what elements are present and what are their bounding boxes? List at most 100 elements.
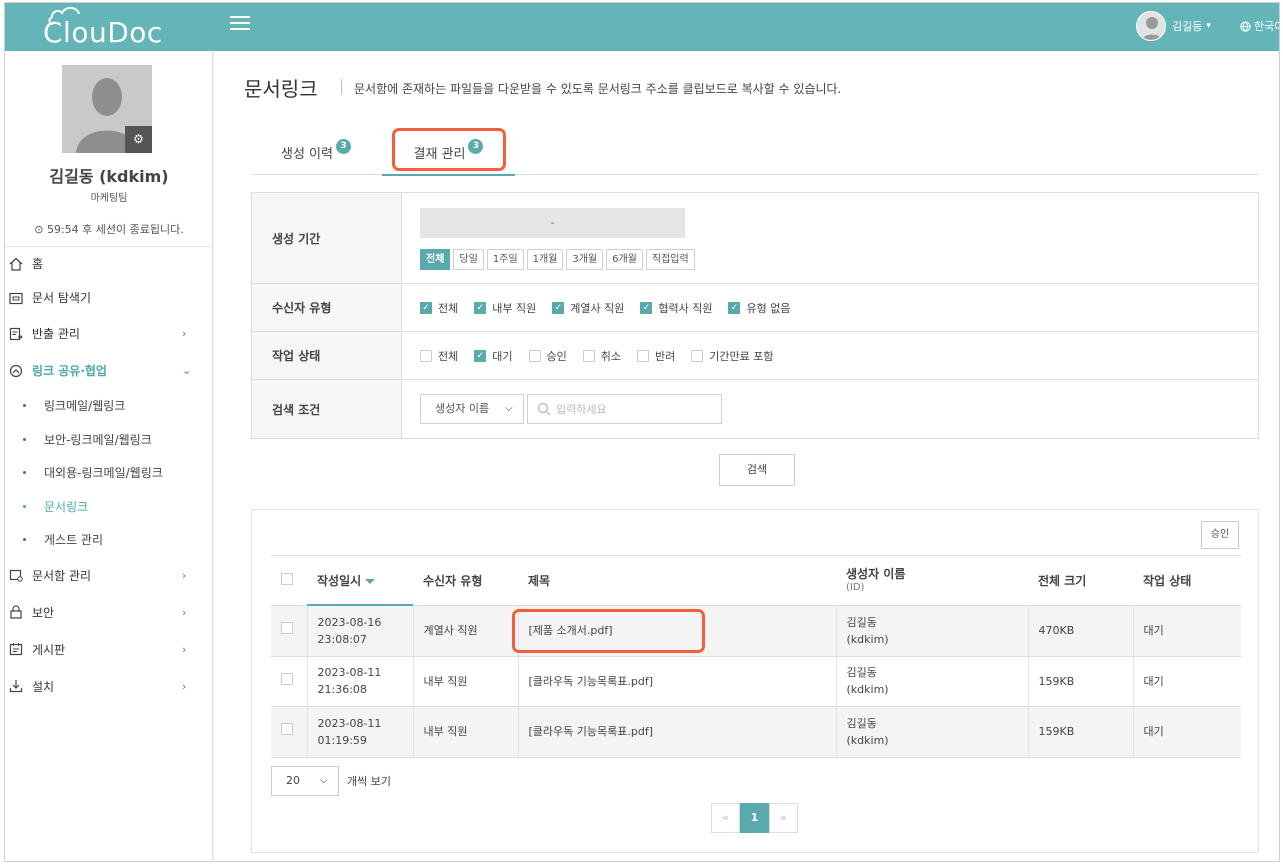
sidebar-item-home[interactable]: 홈	[5, 247, 213, 280]
column-creator: 생성자 이름 (ID)	[836, 555, 1028, 606]
range-week-button[interactable]: 1주일	[486, 249, 524, 270]
column-size: 전체 크기	[1028, 555, 1133, 606]
column-status: 작업 상태	[1133, 555, 1241, 606]
prev-page-button[interactable]: «	[711, 803, 740, 833]
sidebar-item-security[interactable]: 보안 ›	[5, 594, 213, 631]
recipient-internal-checkbox[interactable]: ✓ 내부 직원	[474, 300, 536, 316]
cell-recipient: 계열사 직원	[413, 605, 519, 657]
filter-row-search: 검색 조건 생성자 이름 ⌵	[252, 380, 1258, 438]
chevron-down-icon: ⌄	[182, 364, 192, 377]
cell-title[interactable]: [클라우독 기능목록표.pdf]	[518, 706, 837, 758]
recipient-partner-checkbox[interactable]: ✓ 협력사 직원	[640, 300, 712, 316]
status-rejected-checkbox[interactable]: 반려	[637, 348, 675, 364]
table-row[interactable]: 2023-08-16 23:08:07 계열사 직원 [제품 소개서.pdf] 김…	[271, 605, 1241, 657]
range-1month-button[interactable]: 1개월	[526, 249, 564, 270]
search-box	[527, 394, 722, 424]
cell-status[interactable]: 대기	[1133, 605, 1241, 657]
search-field-select[interactable]: 생성자 이름 ⌵	[420, 394, 524, 424]
search-input[interactable]	[556, 400, 716, 418]
menu-toggle-icon[interactable]	[230, 16, 250, 32]
docbox-gear-icon	[8, 567, 24, 583]
sidebar-item-link-share[interactable]: 링크 공유·협업 ⌄	[5, 352, 213, 389]
range-all-button[interactable]: 전체	[420, 249, 451, 270]
sidebar-item-explorer[interactable]: 문서 탐색기	[5, 280, 213, 315]
sidebar-sub-secure-linkmail[interactable]: 보안-링크메일/웹링크	[5, 423, 213, 457]
tab-history[interactable]: 생성 이력 3	[281, 129, 351, 175]
share-icon	[8, 363, 24, 379]
cell-title[interactable]: [클라우독 기능목록표.pdf]	[518, 656, 837, 707]
search-icon	[537, 402, 551, 416]
sidebar-sub-doclink[interactable]: 문서링크	[5, 490, 213, 524]
status-approved-checkbox[interactable]: 승인	[528, 348, 567, 364]
sidebar-item-doc-mgmt[interactable]: 문서함 관리 ›	[5, 557, 213, 594]
status-pending-checkbox[interactable]: ✓ 대기	[474, 348, 513, 364]
cell-creator: 김길동 (kdkim)	[836, 706, 1029, 758]
recipient-affiliate-checkbox[interactable]: ✓ 계열사 직원	[552, 300, 624, 316]
profile-name: 김길동 (kdkim)	[49, 167, 169, 186]
date-range-field[interactable]: -	[420, 208, 685, 238]
select-all-cell[interactable]	[271, 555, 307, 606]
pagination: « 1 »	[711, 803, 798, 833]
column-title: 제목	[518, 555, 836, 606]
row-checkbox[interactable]	[281, 672, 293, 685]
page-description: 문서함에 존재하는 파일들을 다운받을 수 있도록 문서링크 주소를 클립보드로…	[354, 82, 842, 96]
chevron-right-icon: ›	[182, 327, 187, 340]
tab-approval[interactable]: 결재 관리 3	[382, 129, 515, 176]
cell-date: 2023-08-16 23:08:07	[307, 605, 414, 657]
search-button[interactable]: 검색	[719, 454, 795, 486]
sidebar-sub-guest[interactable]: 게스트 관리	[5, 523, 213, 557]
row-checkbox[interactable]	[281, 723, 293, 736]
range-today-button[interactable]: 당일	[453, 249, 484, 270]
status-all-checkbox[interactable]: 전체	[420, 348, 458, 364]
chevron-down-icon: ⌵	[320, 775, 328, 786]
main-content: 문서링크 문서함에 존재하는 파일들을 다운받을 수 있도록 문서링크 주소를 …	[214, 51, 1279, 861]
sort-desc-icon	[365, 579, 376, 584]
sidebar-item-install[interactable]: 설치 ›	[5, 668, 213, 705]
gear-icon[interactable]: ⚙	[125, 126, 152, 153]
title-divider	[341, 79, 342, 95]
user-menu[interactable]: 김길동 ▾	[1136, 10, 1211, 42]
status-cancelled-checkbox[interactable]: 취소	[582, 348, 621, 364]
table-row[interactable]: 2023-08-11 01:19:59 내부 직원 [클라우독 기능목록표.pdf…	[271, 706, 1241, 758]
page-size-select[interactable]: 20 ⌵	[271, 766, 339, 796]
status-expired-checkbox[interactable]: 기간만료 포함	[691, 348, 773, 364]
cell-status[interactable]: 대기	[1133, 656, 1241, 707]
language-label: 한국어	[1254, 20, 1279, 33]
avatar	[1136, 11, 1166, 41]
row-checkbox[interactable]	[281, 622, 293, 635]
sidebar-sub-linkmail[interactable]: 링크메일/웹링크	[5, 389, 213, 423]
results-table: 작성일시 수신자 유형 제목 생성자 이름 (ID) 전체 크기 작업 상태 20…	[271, 555, 1241, 758]
column-date[interactable]: 작성일시	[307, 555, 413, 607]
filter-label: 작업 상태	[252, 332, 402, 379]
lock-icon	[8, 604, 24, 620]
clock-icon: ⊙	[34, 223, 44, 236]
approve-button[interactable]: 승인	[1201, 521, 1239, 549]
sidebar-item-board[interactable]: 게시판 ›	[5, 631, 213, 668]
app-window: ClouDoc 김길동 ▾ 한국어 ⚙ 김길동 (kdkim) 마케팅팀 ⊙ 5…	[4, 2, 1280, 862]
logo[interactable]: ClouDoc	[43, 3, 175, 51]
range-3month-button[interactable]: 3개월	[566, 249, 604, 270]
range-6month-button[interactable]: 6개월	[606, 249, 643, 270]
cell-status[interactable]: 대기	[1133, 706, 1241, 758]
language-selector[interactable]: 한국어	[1240, 18, 1279, 34]
range-custom-button[interactable]: 직접입력	[645, 249, 695, 270]
tab-bar: 생성 이력 3 결재 관리 3	[251, 128, 1259, 176]
home-icon	[8, 256, 24, 272]
cell-size: 159KB	[1028, 656, 1134, 707]
filter-row-status: 작업 상태 전체 ✓ 대기 승인 취소 반려 기간만료 포함	[252, 332, 1258, 380]
recipient-all-checkbox[interactable]: ✓ 전체	[420, 300, 458, 316]
table-row[interactable]: 2023-08-11 21:36:08 내부 직원 [클라우독 기능목록표.pdf…	[271, 656, 1241, 707]
download-icon	[8, 678, 24, 694]
column-recipient: 수신자 유형	[413, 555, 518, 606]
sidebar-sub-external-linkmail[interactable]: 대외용-링크메일/웹링크	[5, 456, 213, 490]
chevron-right-icon: ›	[182, 568, 187, 582]
page-number-button[interactable]: 1	[740, 803, 769, 833]
filter-row-recipient: 수신자 유형 ✓ 전체 ✓ 내부 직원 ✓ 계열사 직원 ✓ 협력사 직원 ✓ 유형 없음	[252, 284, 1258, 332]
export-icon	[8, 326, 24, 342]
next-page-button[interactable]: »	[769, 803, 798, 833]
sidebar-item-export[interactable]: 반출 관리 ›	[5, 315, 213, 352]
recipient-none-checkbox[interactable]: ✓ 유형 없음	[728, 300, 790, 316]
top-bar: ClouDoc 김길동 ▾ 한국어	[5, 3, 1279, 51]
cell-title[interactable]: [제품 소개서.pdf]	[518, 605, 837, 657]
select-all-checkbox[interactable]	[281, 573, 293, 585]
